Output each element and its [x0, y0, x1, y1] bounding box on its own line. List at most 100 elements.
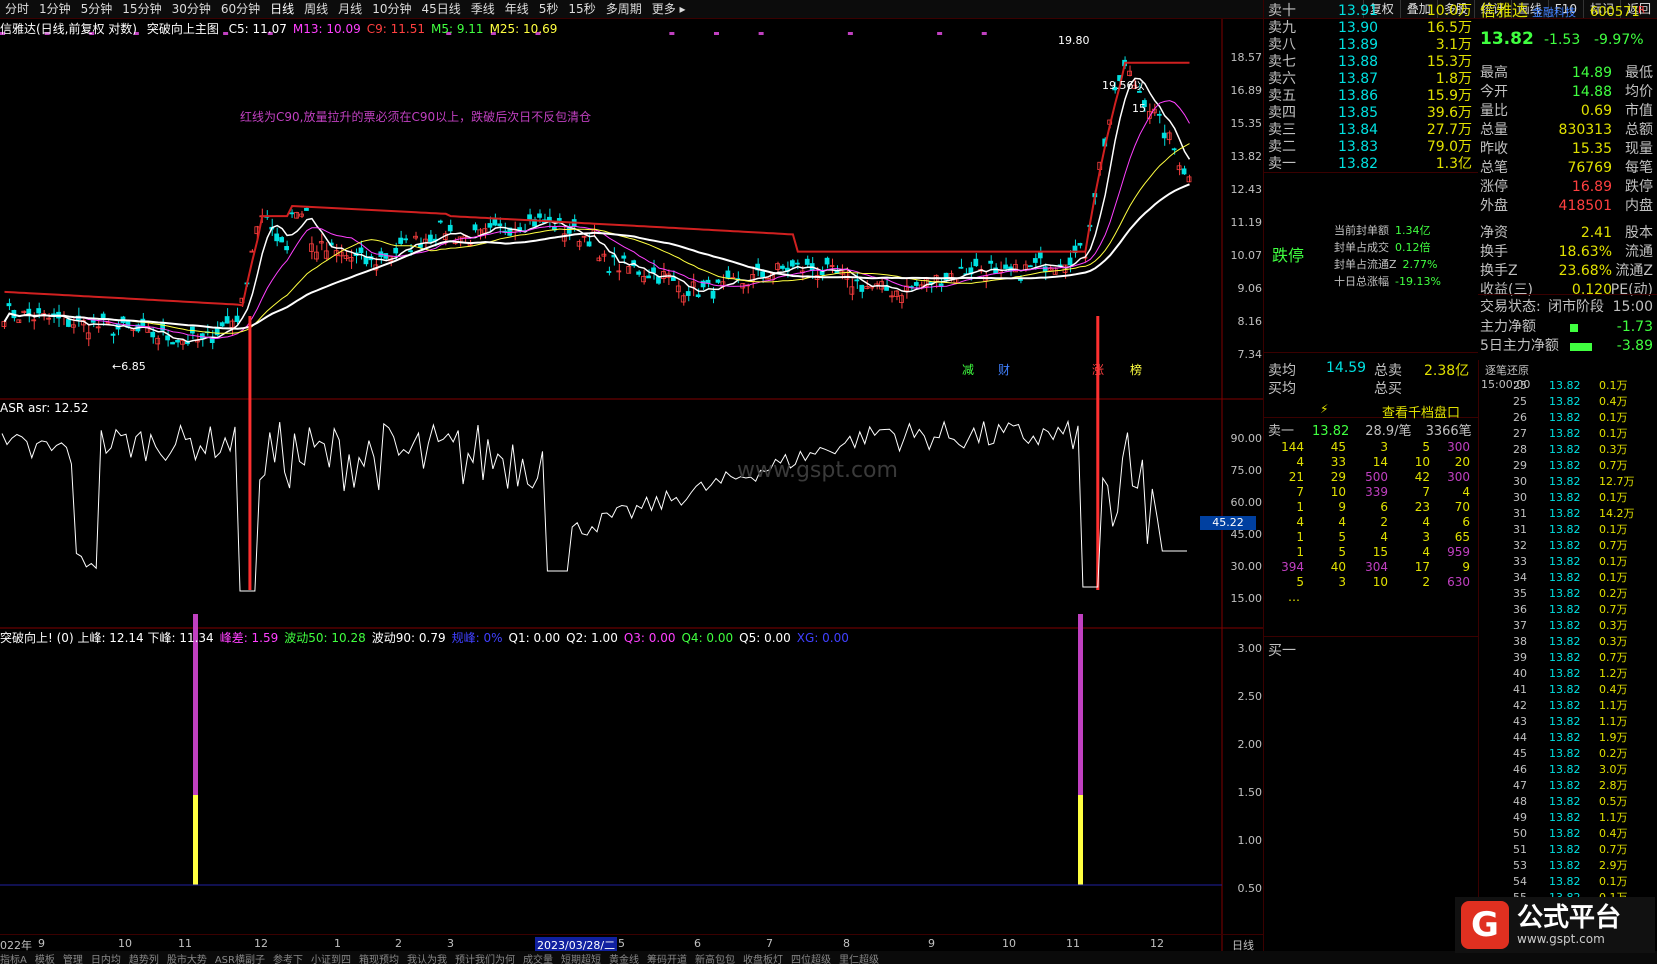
stock-info: 信雅达 金融科技 600571 R 13.82 -1.53 -9.97% 最高 14.89 最低今…: [1478, 0, 1657, 360]
ask-row[interactable]: 卖九 13.90 16.5万: [1268, 19, 1478, 37]
tick-second: 30: [1513, 491, 1527, 504]
candle-body: [150, 331, 156, 338]
sub-legend-item: 波动50: 10.28: [284, 631, 366, 645]
tick-second: 40: [1513, 667, 1527, 680]
stock-sector[interactable]: 金融科技: [1532, 4, 1576, 22]
indicator-tab[interactable]: 箱现预均: [359, 955, 399, 964]
period-tab[interactable]: 日线: [265, 0, 299, 18]
tick-row: 37 13.82 0.3万: [1479, 618, 1657, 634]
period-tab[interactable]: 分时: [0, 0, 34, 18]
event-marker[interactable]: 财: [998, 363, 1010, 377]
tick-title[interactable]: 逐笔还原: [1485, 362, 1529, 378]
indicator-tab[interactable]: 我认为我: [407, 955, 447, 964]
indicator-tab[interactable]: 小证到四: [311, 955, 351, 964]
formula-name[interactable]: 突破向上主图: [147, 22, 219, 36]
sub-legend: 突破向上! (0) 上峰: 12.14 下峰: 11.34 峰差: 1.59 波动5…: [0, 630, 855, 646]
tick-volume: 0.7万: [1599, 603, 1628, 616]
ask-row[interactable]: 卖五 13.86 15.9万: [1268, 87, 1478, 105]
indicator-tab[interactable]: 指标A: [0, 955, 27, 964]
ask-row[interactable]: 卖七 13.88 15.3万: [1268, 53, 1478, 71]
event-marker[interactable]: 涨: [1092, 362, 1104, 377]
tick-second: 46: [1513, 763, 1527, 776]
period-tab[interactable]: 10分钟: [367, 0, 416, 18]
x-tick: 5: [618, 937, 625, 950]
ask-row[interactable]: 卖三 13.84 27.7万: [1268, 121, 1478, 139]
period-tab[interactable]: 年线: [500, 0, 534, 18]
watermark: www.gspt.com: [737, 458, 898, 483]
candle-body: [234, 315, 240, 322]
ask-row[interactable]: 卖四 13.85 39.6万: [1268, 104, 1478, 122]
info-label2: 跌停: [1625, 179, 1653, 195]
depth-button[interactable]: 查看千档盘口: [1382, 402, 1460, 421]
period-tab[interactable]: 15秒: [563, 0, 600, 18]
indicator-tab[interactable]: 日内均: [91, 955, 121, 964]
ask-row[interactable]: 卖八 13.89 3.1万: [1268, 36, 1478, 54]
signal-dot: [847, 32, 853, 35]
indicator-tab[interactable]: 管理: [63, 955, 83, 964]
candle-body: [849, 286, 855, 295]
period-tab[interactable]: 多周期: [601, 0, 647, 18]
depth-cell: 339: [1365, 485, 1388, 499]
tick-volume: 0.7万: [1599, 843, 1628, 856]
event-marker[interactable]: 榜: [1130, 362, 1142, 377]
info-label: 涨停: [1480, 179, 1508, 195]
period-tab[interactable]: 月线: [333, 0, 367, 18]
depth-cell: 10: [1414, 455, 1430, 469]
indicator-tab[interactable]: 模板: [35, 955, 55, 964]
depth-cell: 1: [1296, 545, 1304, 559]
tick-row: 34 13.82 0.1万: [1479, 570, 1657, 586]
sub-legend-item: Q4: 0.00: [681, 631, 734, 645]
period-tab[interactable]: 更多 ▸: [647, 0, 691, 18]
ask-label: 卖六: [1268, 71, 1296, 87]
signal-dot: [937, 32, 943, 35]
tick-volume: 0.3万: [1599, 443, 1628, 456]
indicator-tab[interactable]: ASR横副子: [215, 955, 265, 964]
period-tab[interactable]: 45日线: [416, 0, 465, 18]
signal-bar: [193, 795, 198, 885]
candle-body: [398, 237, 404, 244]
tick-price: 13.82: [1549, 539, 1581, 552]
period-tab[interactable]: 30分钟: [167, 0, 216, 18]
depth-row: 1 5 15 4 959: [1268, 545, 1478, 560]
tick-price: 13.82: [1549, 587, 1581, 600]
tick-row: 25 13.82 0.1万: [1479, 378, 1657, 394]
ask-row[interactable]: 卖二 13.83 79.0万: [1268, 138, 1478, 156]
tick-second: 25: [1513, 395, 1527, 408]
indicator-tab[interactable]: 趋势列: [129, 955, 159, 964]
indicator-tab[interactable]: 成交量: [523, 955, 553, 964]
event-marker[interactable]: 减: [962, 363, 974, 377]
indicator-tab[interactable]: 收盘板灯: [743, 955, 783, 964]
indicator-tab[interactable]: 里仁超级: [839, 955, 879, 964]
tick-second: 29: [1513, 459, 1527, 472]
period-tab[interactable]: 周线: [299, 0, 333, 18]
tick-volume: 0.1万: [1599, 411, 1628, 424]
y-tick: 75.00: [1230, 464, 1263, 477]
ask-row[interactable]: 卖十 13.91 10.0万: [1268, 2, 1478, 20]
indicator-tab[interactable]: 预计我们为何: [455, 955, 515, 964]
indicator-tab[interactable]: 黄金线: [609, 955, 639, 964]
indicator-tab[interactable]: 四位超级: [791, 955, 831, 964]
ask-row[interactable]: 卖一 13.82 1.3亿: [1268, 155, 1478, 173]
total-buy-label: 总买: [1374, 381, 1402, 397]
candle-body: [447, 224, 453, 232]
chart-canvas[interactable]: 19.80←6.8519.56以15减财涨榜: [0, 19, 1263, 951]
indicator-tab[interactable]: 股市大势: [167, 955, 207, 964]
period-tab[interactable]: 60分钟: [216, 0, 265, 18]
depth-cell: 5: [1338, 530, 1346, 544]
signal-dot: [669, 32, 675, 35]
tick-second: 51: [1513, 843, 1527, 856]
period-tab[interactable]: 15分钟: [117, 0, 166, 18]
indicator-tab[interactable]: 筹码开道: [647, 955, 687, 964]
indicator-tab[interactable]: 新高包包: [695, 955, 735, 964]
tick-second: 45: [1513, 747, 1527, 760]
indicator-tab[interactable]: 参考下: [273, 955, 303, 964]
period-tab[interactable]: 5分钟: [76, 0, 118, 18]
indicator-tab[interactable]: 短期超短: [561, 955, 601, 964]
period-tab[interactable]: 5秒: [534, 0, 564, 18]
period-tab[interactable]: 1分钟: [34, 0, 76, 18]
ask-row[interactable]: 卖六 13.87 1.8万: [1268, 70, 1478, 88]
chart-area[interactable]: 19.80 ←6.85 19.56以 15 减财涨榜: [0, 19, 1263, 951]
avg-sell-label: 卖均: [1268, 363, 1296, 379]
period-tab[interactable]: 季线: [466, 0, 500, 18]
last-price: 13.82: [1480, 29, 1534, 49]
